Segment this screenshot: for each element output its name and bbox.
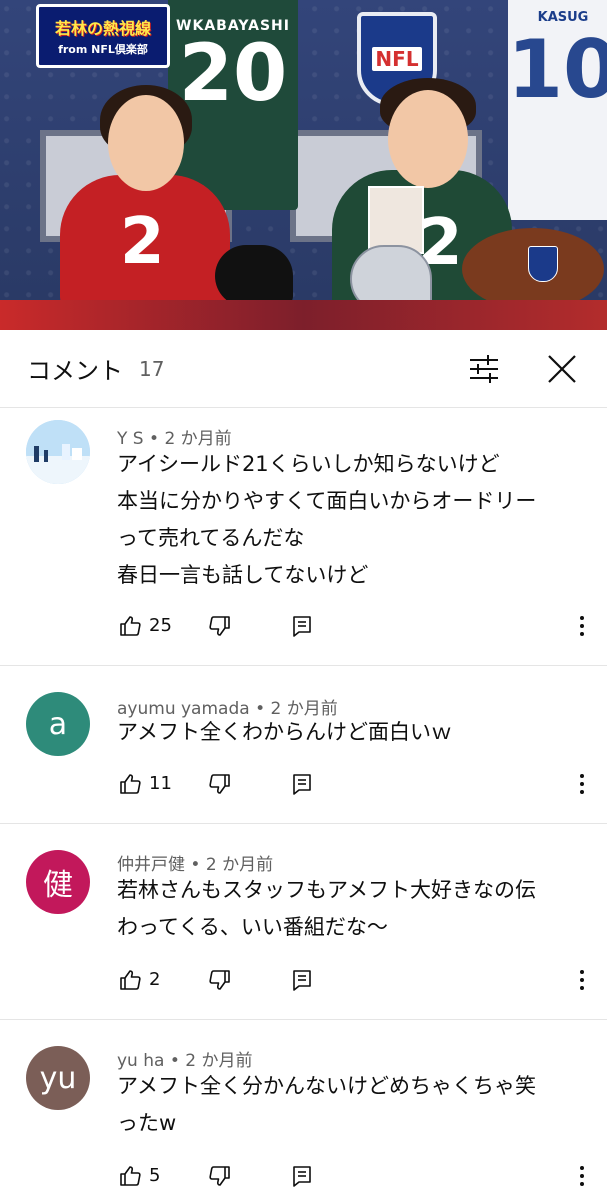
like-count: 11 <box>149 773 172 794</box>
avatar[interactable] <box>26 420 90 484</box>
comment-line: アイシールド21くらいしか知らないけど <box>117 452 500 476</box>
comment-item: Y S • 2 か月前 アイシールド21くらいしか知らないけど 本当に分かりやす… <box>0 408 607 666</box>
like-count: 5 <box>149 1165 161 1186</box>
more-options-icon[interactable] <box>570 1164 594 1188</box>
comment-text: アメフト全くわからんけど面白いｗ <box>117 714 587 751</box>
host-right-face <box>388 90 468 188</box>
thumbs-up-icon[interactable] <box>118 772 142 796</box>
comment-line: わってくる、いい番組だな〜 <box>117 915 388 939</box>
football-nfl-badge <box>528 246 558 282</box>
reply-icon[interactable] <box>290 1164 314 1188</box>
thumbs-up-icon[interactable] <box>118 968 142 992</box>
host-jersey-number: 2 <box>120 205 165 279</box>
show-logo-subtitle: from NFL倶楽部 <box>58 43 148 56</box>
comment-text: 若林さんもスタッフもアメフト大好きなの伝 わってくる、いい番組だな〜 <box>117 872 587 946</box>
more-options-icon[interactable] <box>570 968 594 992</box>
comments-header: コメント 17 <box>0 330 607 408</box>
avatar-letter: 健 <box>43 868 73 903</box>
avatar-letter: yu <box>39 1060 77 1096</box>
comment-item: yu yu ha • 2 か月前 アメフト全く分かんないけどめちゃくちゃ笑 った… <box>0 1020 607 1200</box>
comment-actions: 5 <box>118 1164 598 1194</box>
comments-count: 17 <box>139 356 165 381</box>
comments-title: コメント <box>27 357 123 385</box>
thumbs-down-icon[interactable] <box>208 614 232 638</box>
avatar[interactable]: 健 <box>26 850 90 914</box>
reply-icon[interactable] <box>290 614 314 638</box>
jersey-number-text: 20 <box>178 29 288 119</box>
comment-text: アイシールド21くらいしか知らないけど 本当に分かりやすくて面白いからオードリー… <box>117 446 587 594</box>
studio-desk <box>0 300 607 330</box>
comment-line: アメフト全くわからんけど面白いｗ <box>117 720 452 744</box>
avatar[interactable]: a <box>26 692 90 756</box>
thumbs-down-icon[interactable] <box>208 968 232 992</box>
thumbs-down-icon[interactable] <box>208 1164 232 1188</box>
comment-line: って売れてるんだな <box>117 526 305 550</box>
filter-sliders-icon[interactable] <box>466 352 502 386</box>
comment-actions: 11 <box>118 772 598 802</box>
comment-line: アメフト全く分かんないけどめちゃくちゃ笑 <box>117 1074 536 1098</box>
jersey-number-text: 10 <box>507 23 607 116</box>
like-count: 25 <box>149 615 172 636</box>
more-options-icon[interactable] <box>570 772 594 796</box>
host-left-body: 2 <box>60 175 230 315</box>
thumbs-up-icon[interactable] <box>118 1164 142 1188</box>
comment-item: 健 仲井戸健 • 2 か月前 若林さんもスタッフもアメフト大好きなの伝 わってく… <box>0 824 607 1020</box>
comment-line: 若林さんもスタッフもアメフト大好きなの伝 <box>117 878 536 902</box>
comment-text: アメフト全く分かんないけどめちゃくちゃ笑 ったw <box>117 1068 587 1142</box>
show-logo-title: 若林の熱視線 <box>54 19 151 38</box>
host-left-face <box>108 95 184 191</box>
avatar[interactable]: yu <box>26 1046 90 1110</box>
reply-icon[interactable] <box>290 772 314 796</box>
comment-item: a ayumu yamada • 2 か月前 アメフト全くわからんけど面白いｗ … <box>0 666 607 824</box>
nfl-shield-text: NFL <box>372 47 422 71</box>
comment-actions: 2 <box>118 968 598 998</box>
show-logo: 若林の熱視線 from NFL倶楽部 <box>36 4 170 68</box>
avatar-image-icon <box>26 420 90 484</box>
comment-line: 本当に分かりやすくて面白いからオードリー <box>117 489 537 513</box>
close-icon[interactable] <box>545 352 579 386</box>
comment-line: 春日一言も話してないけど <box>117 563 369 587</box>
thumbs-up-icon[interactable] <box>118 614 142 638</box>
photo-card <box>368 186 424 254</box>
thumbs-down-icon[interactable] <box>208 772 232 796</box>
reply-icon[interactable] <box>290 968 314 992</box>
avatar-letter: a <box>48 706 68 742</box>
video-player[interactable]: WKABAYASHI 20 KASUG 10 NFL 若林の熱視線 from N… <box>0 0 607 330</box>
comment-line: ったw <box>117 1111 177 1135</box>
more-options-icon[interactable] <box>570 614 594 638</box>
falcons-helmet <box>215 245 293 307</box>
comment-actions: 25 <box>118 614 598 644</box>
hanging-jersey-cowboys: KASUG 10 <box>507 0 607 220</box>
like-count: 2 <box>149 969 161 990</box>
